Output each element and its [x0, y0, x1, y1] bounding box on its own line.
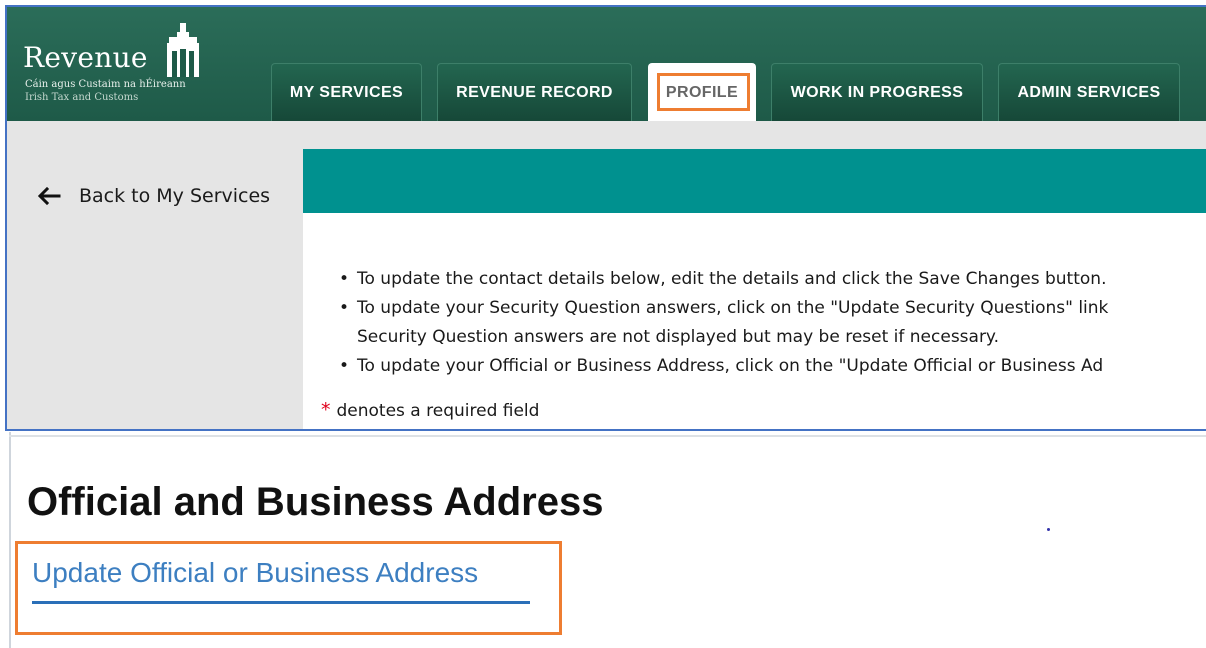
stray-dot [1047, 528, 1050, 531]
instruction-item-continuation: Security Question answers are not displa… [357, 327, 999, 347]
section-left-border [9, 432, 11, 648]
profile-content-panel: To update the contact details below, edi… [303, 149, 1206, 429]
logo-wordmark: Revenue [23, 41, 148, 74]
required-asterisk: * [321, 399, 331, 421]
link-underline [32, 601, 530, 604]
instruction-item: To update the contact details below, edi… [339, 265, 1108, 294]
tab-profile[interactable]: PROFILE [648, 63, 756, 121]
panel-title-bar [303, 149, 1206, 213]
update-link-highlight: Update Official or Business Address [15, 541, 562, 635]
section-top-border [9, 435, 1206, 437]
arrow-left-icon [37, 187, 61, 205]
section-title: Official and Business Address [27, 480, 604, 524]
sub-header-strip [7, 121, 1206, 149]
site-header: Revenue Cáin agus Custaim na hÉireann Ir… [7, 7, 1206, 121]
tab-revenue-record[interactable]: REVENUE RECORD [437, 63, 632, 121]
revenue-profile-screenshot: Revenue Cáin agus Custaim na hÉireann Ir… [5, 5, 1206, 431]
required-field-note: * denotes a required field [321, 399, 539, 421]
instruction-item: To update your Official or Business Addr… [339, 352, 1108, 381]
back-to-my-services-link[interactable]: Back to My Services [37, 185, 270, 207]
logo-gaelic-tagline: Cáin agus Custaim na hÉireann [25, 79, 186, 90]
custom-house-emblem-icon [167, 23, 199, 77]
back-link-label: Back to My Services [79, 185, 271, 207]
revenue-logo[interactable]: Revenue Cáin agus Custaim na hÉireann Ir… [23, 21, 223, 111]
left-sidebar: Back to My Services [7, 149, 303, 429]
tab-work-in-progress[interactable]: WORK IN PROGRESS [771, 63, 983, 121]
tab-my-services[interactable]: MY SERVICES [271, 63, 422, 121]
update-official-address-link[interactable]: Update Official or Business Address [32, 557, 478, 589]
logo-english-tagline: Irish Tax and Customs [25, 92, 139, 103]
tab-admin-services[interactable]: ADMIN SERVICES [998, 63, 1180, 121]
required-note-text: denotes a required field [336, 401, 540, 421]
address-section-screenshot: Official and Business Address Update Off… [0, 432, 1206, 648]
instruction-item: To update your Security Question answers… [339, 294, 1108, 323]
instructions-list: To update the contact details below, edi… [339, 265, 1108, 381]
